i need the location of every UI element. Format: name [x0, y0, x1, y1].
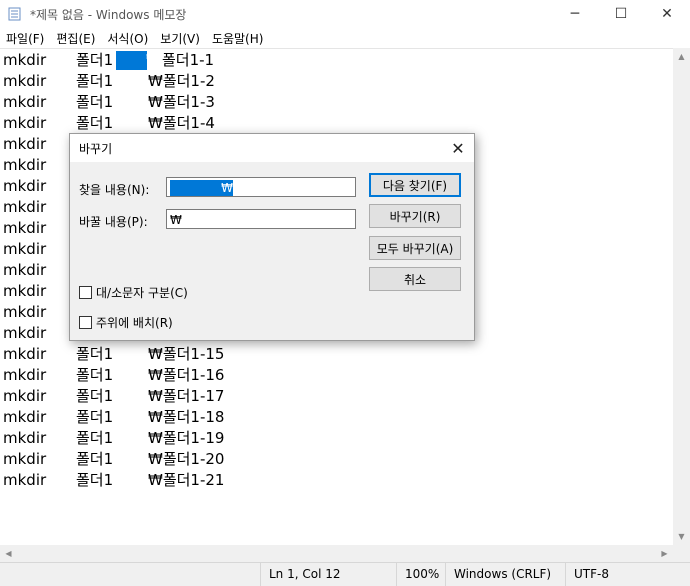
line-parent: 폴더1 — [76, 51, 114, 69]
menu-file[interactable]: 파일(F) — [0, 30, 50, 47]
line-path: ₩폴더1-2 — [148, 72, 215, 90]
line-command: mkdir — [3, 135, 47, 153]
replace-button[interactable]: 바꾸기(R) — [369, 204, 461, 228]
line-command: mkdir — [3, 303, 47, 321]
line-command: mkdir — [3, 240, 47, 258]
replace-all-button[interactable]: 모두 바꾸기(A) — [369, 236, 461, 260]
status-encoding: UTF-8 — [565, 563, 609, 586]
checkbox-icon — [79, 286, 92, 299]
menu-help[interactable]: 도움말(H) — [206, 30, 270, 47]
maximize-button[interactable]: ☐ — [598, 0, 644, 28]
line-parent: 폴더1 — [76, 93, 114, 111]
replace-value: ₩ — [170, 213, 182, 227]
close-icon: ✕ — [661, 6, 673, 22]
line-path: ₩폴더1-16 — [148, 366, 225, 384]
line-parent: 폴더1 — [76, 387, 114, 405]
checkbox-icon — [79, 316, 92, 329]
menu-view[interactable]: 보기(V) — [154, 30, 206, 47]
line-command: mkdir — [3, 156, 47, 174]
find-input[interactable]: ₩ — [166, 177, 356, 197]
dialog-title-bar: 바꾸기 ✕ — [70, 134, 474, 162]
replace-dialog: 바꾸기 ✕ 찾을 내용(N): ₩ 바꿀 내용(P): ₩ 다음 찾기(F) 바… — [69, 133, 475, 341]
status-zoom: 100% — [396, 563, 439, 586]
line-command: mkdir — [3, 72, 47, 90]
line-parent: 폴더1 — [76, 114, 114, 132]
line-path: ₩폴더1-15 — [148, 345, 225, 363]
line-path: ₩폴더1-21 — [148, 471, 225, 489]
line-path: ₩폴더1-4 — [148, 114, 215, 132]
scroll-right-icon[interactable]: ▶ — [656, 545, 673, 562]
line-command: mkdir — [3, 450, 47, 468]
line-command: mkdir — [3, 219, 47, 237]
menu-bar: 파일(F) 편집(E) 서식(O) 보기(V) 도움말(H) — [0, 28, 690, 48]
menu-edit[interactable]: 편집(E) — [50, 30, 101, 47]
line-path: ₩폴더1-18 — [148, 408, 225, 426]
maximize-icon: ☐ — [614, 6, 628, 22]
line-command: mkdir — [3, 324, 47, 342]
line-command: mkdir — [3, 177, 47, 195]
line-parent: 폴더1 — [76, 366, 114, 384]
dialog-close-button[interactable]: ✕ — [442, 134, 474, 162]
scroll-left-icon[interactable]: ◀ — [0, 545, 17, 562]
replace-input[interactable]: ₩ — [166, 209, 356, 229]
close-button[interactable]: ✕ — [644, 0, 690, 28]
line-command: mkdir — [3, 51, 47, 69]
selected-text: ₩ — [146, 51, 161, 69]
status-line-ending: Windows (CRLF) — [445, 563, 551, 586]
find-label: 찾을 내용(N): — [79, 183, 150, 197]
scroll-down-icon[interactable]: ▼ — [673, 528, 690, 545]
line-parent: 폴더1 — [76, 72, 114, 90]
line-path: ₩폴더1-20 — [148, 450, 225, 468]
scroll-up-icon[interactable]: ▲ — [673, 48, 690, 65]
line-parent: 폴더1 — [76, 450, 114, 468]
replace-label: 바꿀 내용(P): — [79, 215, 148, 229]
line-path: ₩폴더1-17 — [148, 387, 225, 405]
minimize-icon: ─ — [570, 6, 580, 22]
scrollbar-corner — [673, 545, 690, 562]
wrap-around-label: 주위에 배치(R) — [96, 316, 173, 330]
line-parent: 폴더1 — [76, 408, 114, 426]
window-title: *제목 없음 - Windows 메모장 — [30, 8, 187, 22]
status-bar: Ln 1, Col 12 100% Windows (CRLF) UTF-8 — [0, 562, 690, 586]
wrap-around-checkbox[interactable]: 주위에 배치(R) — [79, 314, 173, 331]
cancel-button[interactable]: 취소 — [369, 267, 461, 291]
minimize-button[interactable]: ─ — [552, 0, 598, 28]
vertical-scrollbar[interactable]: ▲ ▼ — [673, 48, 690, 545]
find-next-button[interactable]: 다음 찾기(F) — [369, 173, 461, 197]
match-case-checkbox[interactable]: 대/소문자 구분(C) — [79, 284, 188, 301]
line-command: mkdir — [3, 471, 47, 489]
line-command: mkdir — [3, 198, 47, 216]
line-command: mkdir — [3, 387, 47, 405]
find-value: ₩ — [170, 180, 233, 196]
status-position: Ln 1, Col 12 — [260, 563, 341, 586]
text-selection — [116, 51, 147, 70]
line-path: ₩폴더1-19 — [148, 429, 225, 447]
close-icon: ✕ — [451, 138, 465, 158]
line-path: ₩폴더1-3 — [148, 93, 215, 111]
line-command: mkdir — [3, 429, 47, 447]
line-parent: 폴더1 — [76, 345, 114, 363]
menu-format[interactable]: 서식(O) — [101, 30, 154, 47]
line-command: mkdir — [3, 345, 47, 363]
dialog-title: 바꾸기 — [79, 142, 113, 156]
line-command: mkdir — [3, 408, 47, 426]
horizontal-scrollbar[interactable]: ◀ ▶ — [0, 545, 673, 562]
line-path: 폴더1-1 — [162, 51, 215, 69]
line-command: mkdir — [3, 366, 47, 384]
match-case-label: 대/소문자 구분(C) — [96, 286, 188, 300]
line-command: mkdir — [3, 282, 47, 300]
title-bar: *제목 없음 - Windows 메모장 ─ ☐ ✕ — [0, 0, 690, 28]
line-command: mkdir — [3, 261, 47, 279]
line-parent: 폴더1 — [76, 429, 114, 447]
line-command: mkdir — [3, 93, 47, 111]
line-parent: 폴더1 — [76, 471, 114, 489]
notepad-icon — [8, 7, 21, 21]
line-command: mkdir — [3, 114, 47, 132]
